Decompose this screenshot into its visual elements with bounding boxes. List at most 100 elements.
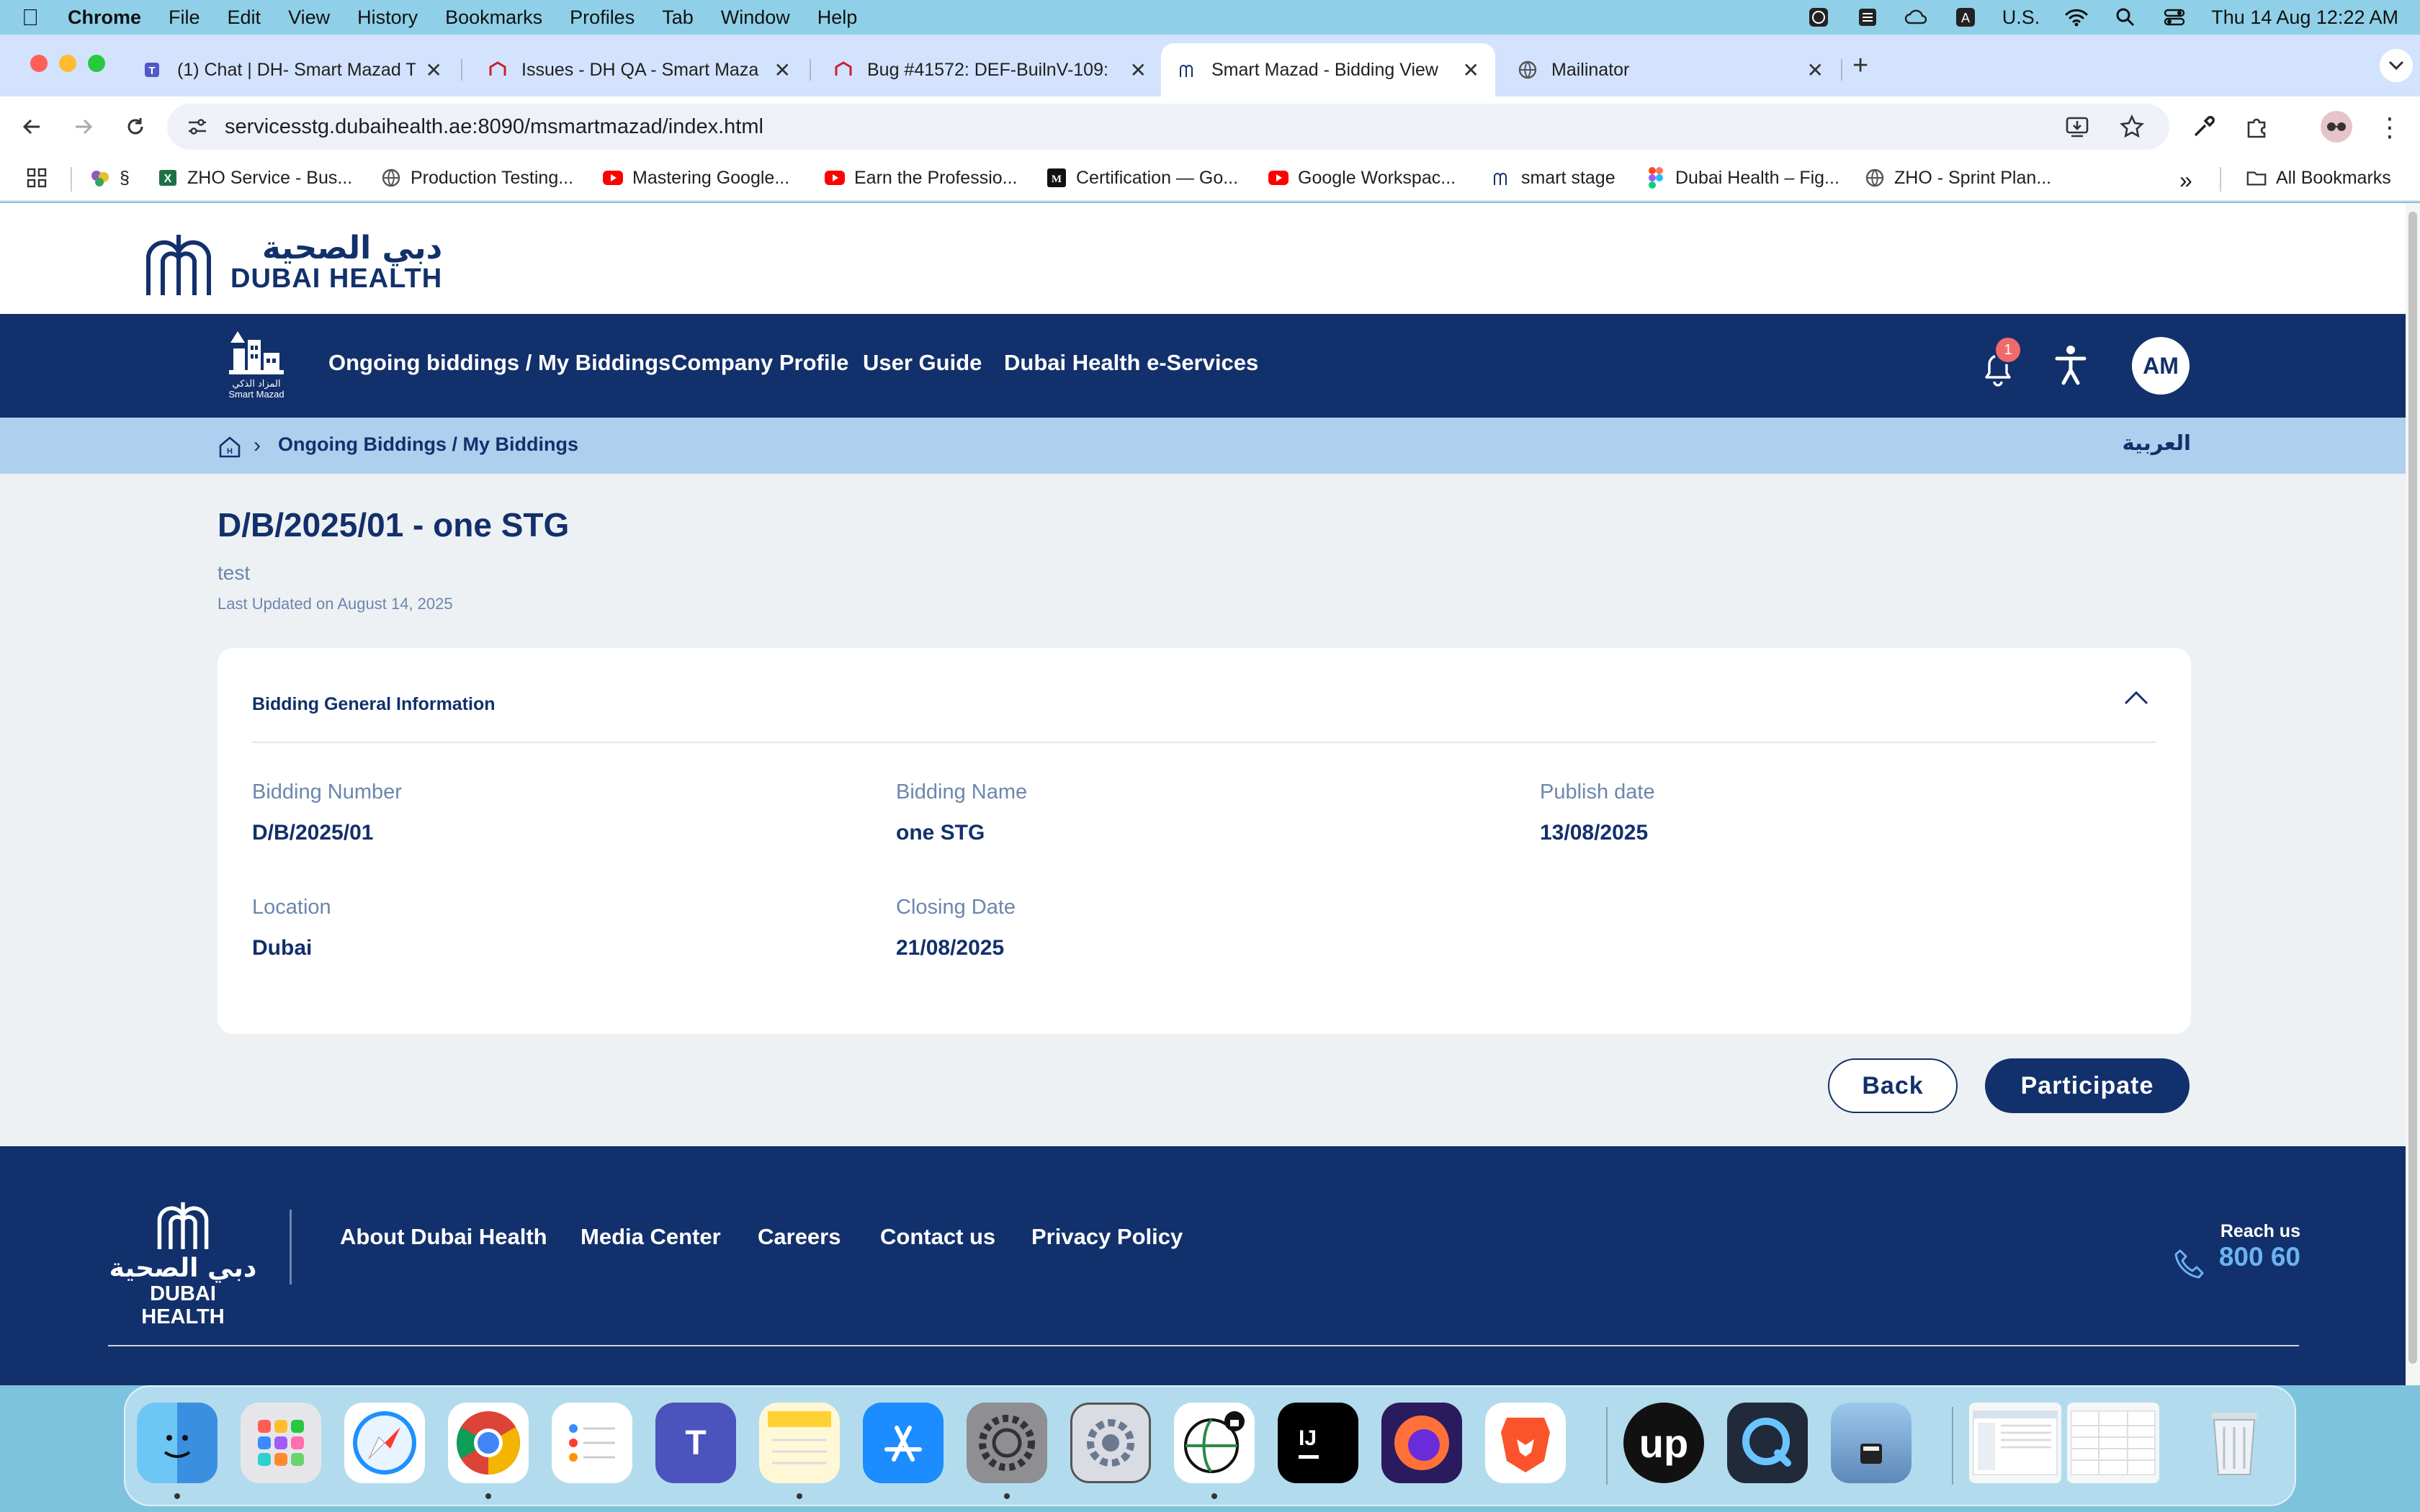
launchpad-icon[interactable] <box>241 1403 321 1483</box>
tab-smart-mazad-active[interactable]: Smart Mazad - Bidding View ✕ <box>1161 43 1495 96</box>
bookmarks-overflow-icon[interactable]: » <box>2179 167 2192 194</box>
preview-photo-icon[interactable] <box>1831 1403 1912 1483</box>
menu-profiles[interactable]: Profiles <box>570 6 635 29</box>
system-settings-icon[interactable] <box>967 1403 1047 1483</box>
spotlight-search-icon[interactable] <box>2113 7 2138 27</box>
tab-teams-chat[interactable]: T (1) Chat | DH- Smart Mazad T ✕ <box>127 43 458 96</box>
reach-us-number[interactable]: 800 60 <box>2219 1242 2300 1272</box>
tab-search-chevron-icon[interactable] <box>2380 49 2413 82</box>
bookmark-google-workspace[interactable]: Google Workspac... <box>1268 167 1456 189</box>
footer-dubai-health-logo[interactable]: دبي الصحية DUBAI HEALTH <box>108 1197 258 1328</box>
footer-careers[interactable]: Careers <box>758 1224 841 1250</box>
back-button[interactable]: Back <box>1828 1058 1958 1113</box>
eyedropper-extension-icon[interactable] <box>2191 114 2217 143</box>
menu-clock[interactable]: Thu 14 Aug 12:22 AM <box>2211 6 2398 29</box>
bookmark-star-icon[interactable] <box>2119 114 2145 145</box>
upwork-icon[interactable]: up <box>1623 1403 1704 1483</box>
apple-menu-icon[interactable]:  <box>22 4 39 31</box>
collapse-chevron-up-icon[interactable] <box>2123 690 2149 709</box>
user-avatar[interactable]: AM <box>2132 337 2190 395</box>
reach-us[interactable]: Reach us 800 60 <box>2174 1221 2300 1279</box>
reminders-icon[interactable] <box>552 1403 632 1483</box>
control-center-icon[interactable] <box>2162 7 2187 27</box>
forward-arrow-icon[interactable] <box>62 105 105 148</box>
breadcrumb-current[interactable]: Ongoing Biddings / My Biddings <box>278 433 578 456</box>
accessibility-icon[interactable] <box>2053 343 2093 389</box>
bookmark-earn-professional[interactable]: Earn the Professio... <box>824 167 1018 189</box>
brave-icon[interactable] <box>1485 1403 1566 1483</box>
bookmark-mastering-google[interactable]: Mastering Google... <box>602 167 789 189</box>
scrollbar-thumb[interactable] <box>2408 212 2417 1364</box>
recent-document-window-icon[interactable] <box>1969 1403 2061 1483</box>
finder-icon[interactable] <box>137 1403 218 1483</box>
home-icon[interactable]: H <box>218 435 242 463</box>
microsoft-teams-icon[interactable]: T <box>655 1403 736 1483</box>
page-scrollbar[interactable] <box>2406 203 2420 1385</box>
menu-bookmarks[interactable]: Bookmarks <box>445 6 542 29</box>
footer-media-center[interactable]: Media Center <box>581 1224 721 1250</box>
tab-close-icon[interactable]: ✕ <box>1130 58 1147 82</box>
tab-close-icon[interactable]: ✕ <box>426 58 442 82</box>
app-store-icon[interactable] <box>863 1403 944 1483</box>
bookmark-production-testing[interactable]: Production Testing... <box>380 167 573 189</box>
bookmark-dubai-health-figma[interactable]: Dubai Health – Fig... <box>1645 167 1839 189</box>
menu-tab[interactable]: Tab <box>662 6 694 29</box>
tab-close-icon[interactable]: ✕ <box>1463 58 1479 82</box>
wifi-icon[interactable] <box>2064 7 2089 27</box>
window-close-button[interactable] <box>30 55 48 72</box>
menu-view[interactable]: View <box>288 6 330 29</box>
notes-icon[interactable] <box>759 1403 840 1483</box>
chrome-icon[interactable] <box>448 1403 529 1483</box>
recent-spreadsheet-window-icon[interactable] <box>2067 1403 2159 1483</box>
smart-mazad-logo[interactable]: المزاد الذكي Smart Mazad <box>218 328 295 403</box>
trash-icon[interactable] <box>2194 1403 2275 1483</box>
menu-help[interactable]: Help <box>817 6 858 29</box>
menu-history[interactable]: History <box>357 6 418 29</box>
bookmark-zho-sprint-plan[interactable]: ZHO - Sprint Plan... <box>1864 167 2051 189</box>
back-arrow-icon[interactable] <box>10 105 53 148</box>
install-app-icon[interactable] <box>2064 114 2090 145</box>
window-zoom-button[interactable] <box>88 55 105 72</box>
dubai-health-logo[interactable]: دبي الصحية DUBAI HEALTH <box>141 228 442 298</box>
tab-close-icon[interactable]: ✕ <box>1807 58 1824 82</box>
intellij-idea-icon[interactable]: IJ <box>1278 1403 1358 1483</box>
extensions-puzzle-icon[interactable] <box>2244 114 2270 143</box>
footer-privacy-policy[interactable]: Privacy Policy <box>1031 1224 1183 1250</box>
site-settings-icon[interactable] <box>186 115 209 144</box>
nav-company-profile[interactable]: Company Profile <box>671 350 848 376</box>
reload-icon[interactable] <box>114 105 157 148</box>
language-toggle[interactable]: العربية <box>2122 431 2191 455</box>
nav-user-guide[interactable]: User Guide <box>863 350 982 376</box>
menu-edit[interactable]: Edit <box>228 6 261 29</box>
aperture-status-icon[interactable] <box>1806 7 1831 27</box>
tab-bug-41572[interactable]: Bug #41572: DEF-BuilnV-109: ✕ <box>817 43 1162 96</box>
all-bookmarks-folder[interactable]: All Bookmarks <box>2246 167 2391 189</box>
bookmark-section[interactable]: § <box>89 167 130 189</box>
cloud-status-icon[interactable] <box>1904 7 1929 27</box>
footer-contact-us[interactable]: Contact us <box>880 1224 995 1250</box>
notifications-bell-icon[interactable]: 1 <box>1981 336 2022 389</box>
settings-gear-app-icon[interactable] <box>1070 1403 1151 1483</box>
network-globe-lock-icon[interactable] <box>1174 1403 1255 1483</box>
firefox-icon[interactable] <box>1381 1403 1462 1483</box>
tab-issues-dh-qa[interactable]: Issues - DH QA - Smart Maza ✕ <box>471 43 807 96</box>
new-tab-plus-icon[interactable]: + <box>1852 50 1868 81</box>
profile-avatar-icon[interactable] <box>2321 111 2352 143</box>
nav-dubai-health-eservices[interactable]: Dubai Health e-Services <box>1004 350 1258 376</box>
tab-close-icon[interactable]: ✕ <box>774 58 791 82</box>
participate-button[interactable]: Participate <box>1985 1058 2190 1113</box>
spreadsheet-status-icon[interactable] <box>1855 7 1880 27</box>
quicktime-icon[interactable] <box>1727 1403 1808 1483</box>
browser-menu-kebab-icon[interactable]: ⋮ <box>2377 112 2403 143</box>
input-source-icon[interactable]: A <box>1953 7 1978 27</box>
safari-icon[interactable] <box>344 1403 425 1483</box>
tab-mailinator[interactable]: Mailinator ✕ <box>1501 43 1839 96</box>
menu-window[interactable]: Window <box>721 6 790 29</box>
menu-file[interactable]: File <box>169 6 200 29</box>
apps-grid-icon[interactable] <box>26 167 48 189</box>
bookmark-smart-stage[interactable]: smart stage <box>1491 167 1615 189</box>
menu-app-name[interactable]: Chrome <box>68 6 141 29</box>
nav-ongoing-biddings[interactable]: Ongoing biddings / My Biddings <box>328 350 671 376</box>
bookmark-certification[interactable]: M Certification — Go... <box>1046 167 1238 189</box>
window-minimize-button[interactable] <box>59 55 76 72</box>
